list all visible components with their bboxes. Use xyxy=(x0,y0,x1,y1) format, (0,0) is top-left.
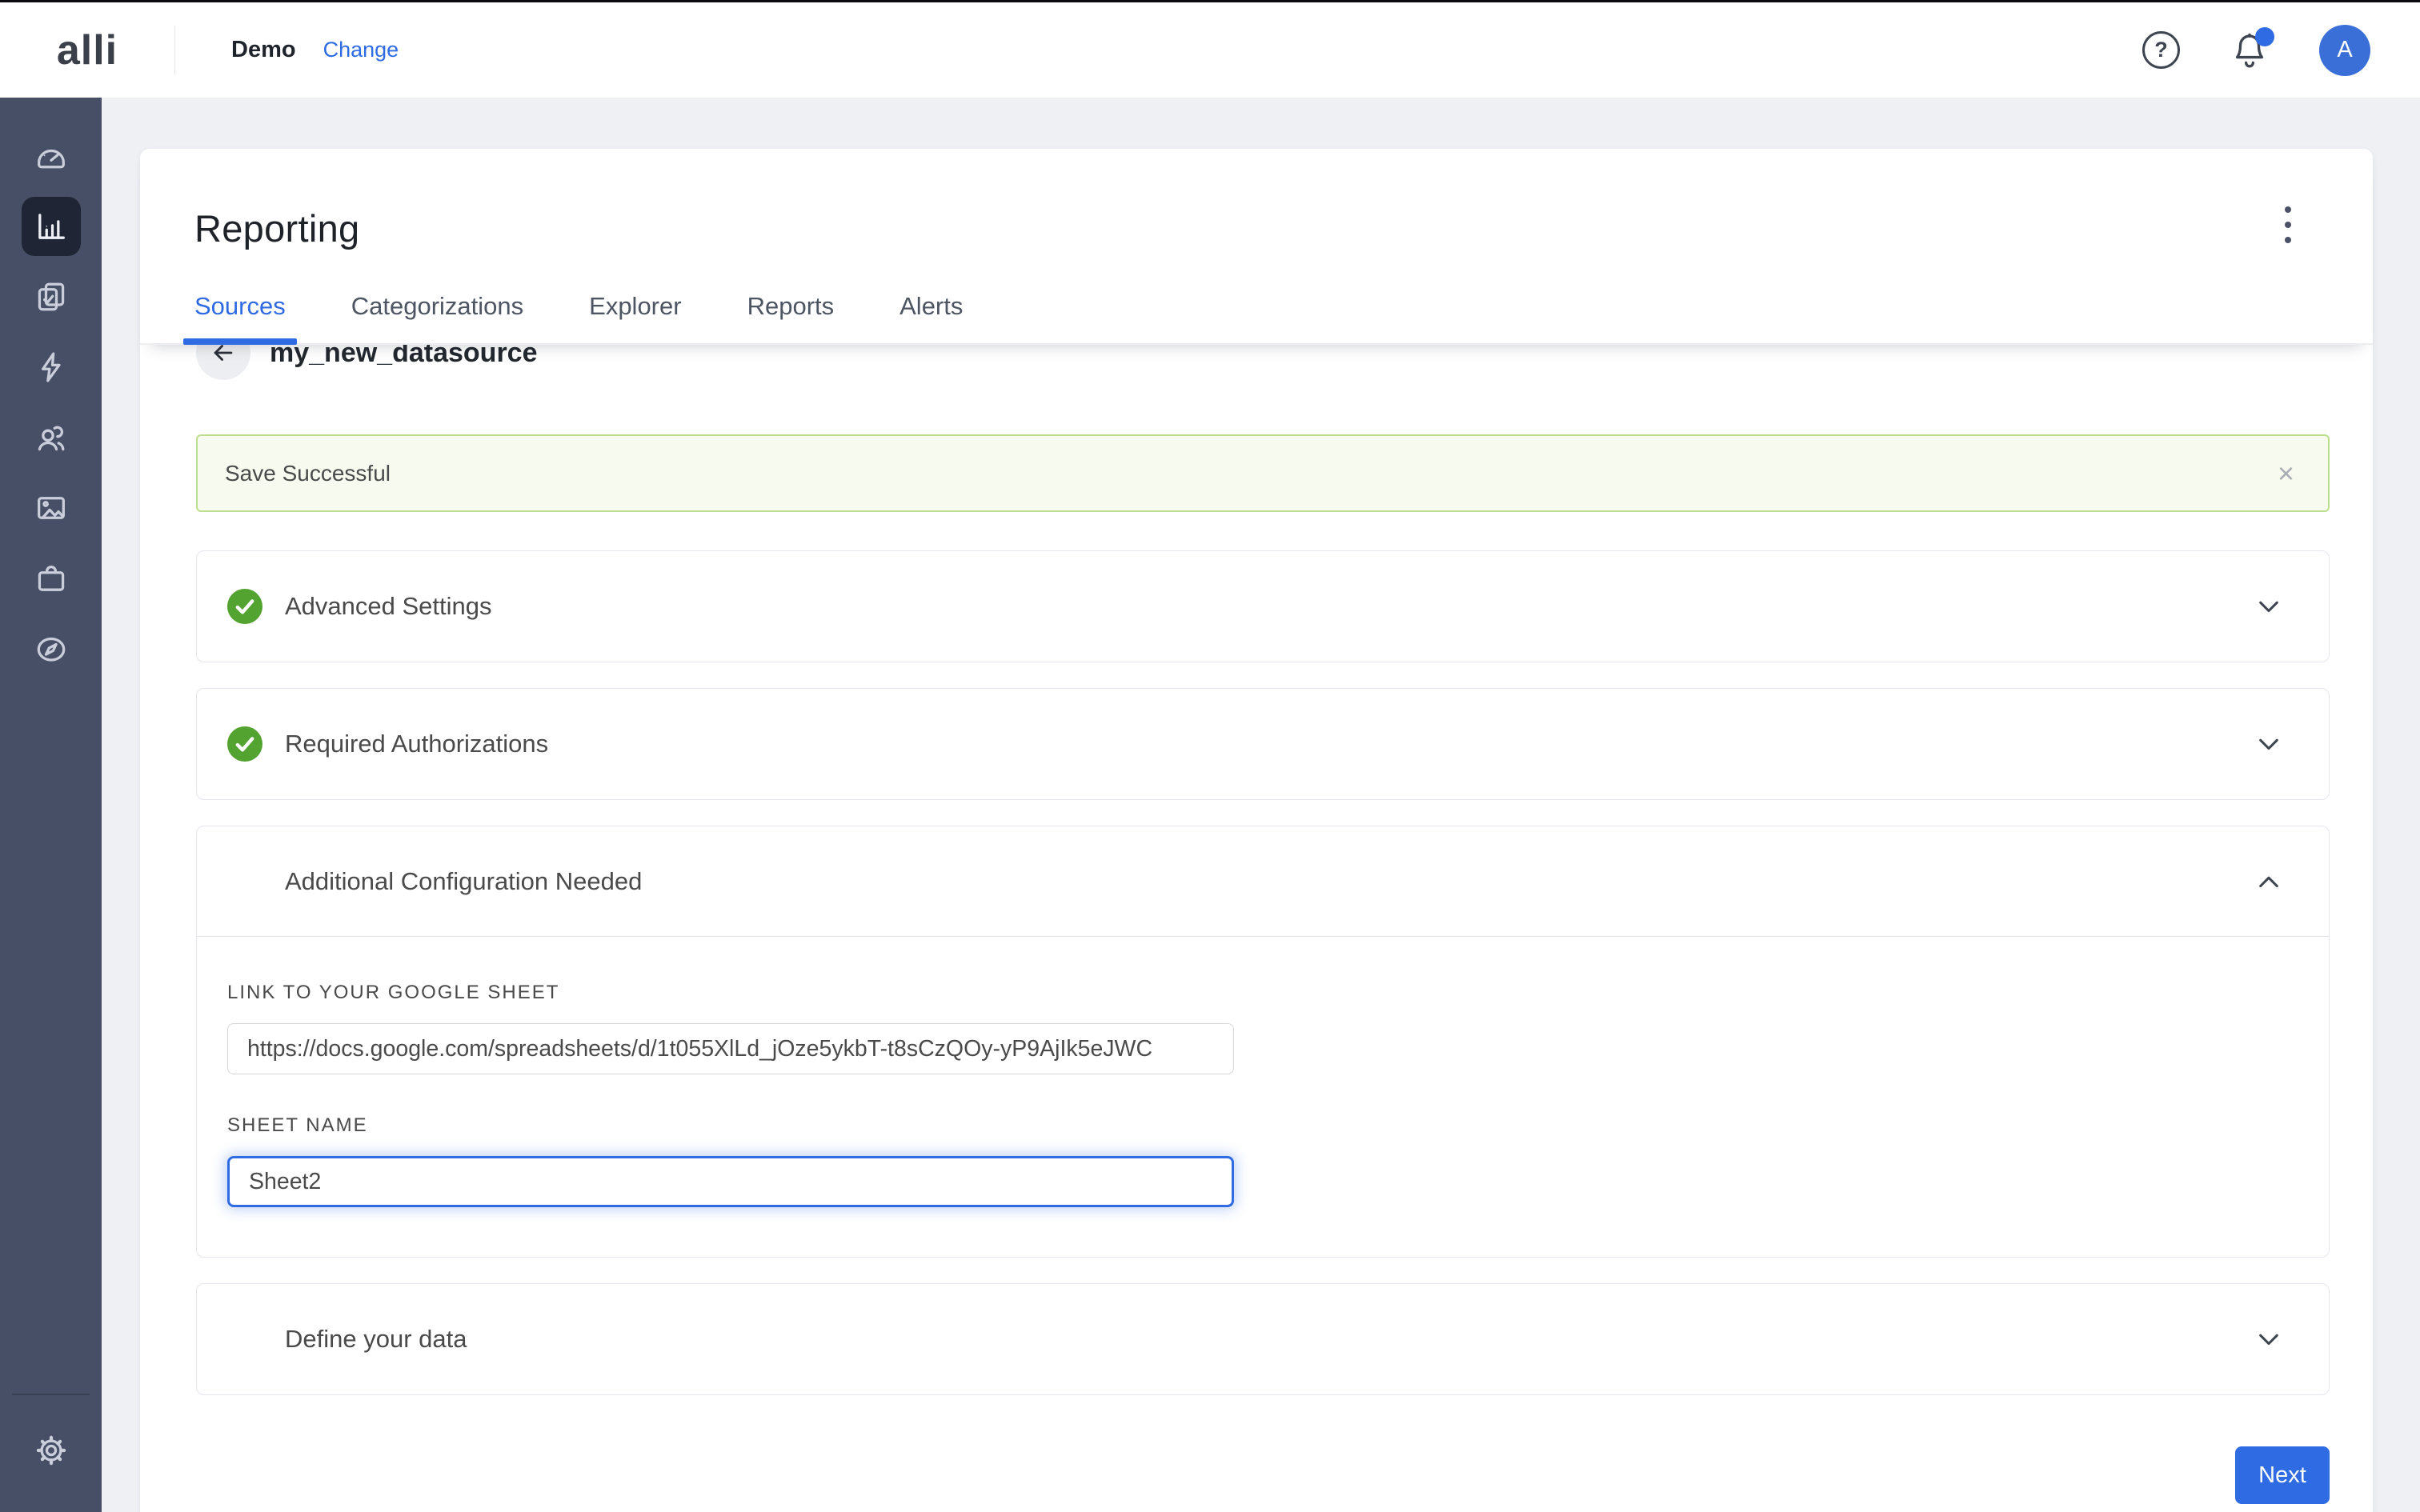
footer-actions: Next xyxy=(196,1446,2330,1512)
google-sheet-link-input[interactable] xyxy=(227,1023,1234,1074)
tab-explorer[interactable]: Explorer xyxy=(589,292,681,343)
sidebar-item-planning[interactable] xyxy=(22,619,81,678)
lightning-icon xyxy=(33,349,70,386)
field-label: SHEET NAME xyxy=(227,1114,2297,1137)
topbar-actions: ? A xyxy=(2142,25,2420,76)
chevron-down-icon xyxy=(2254,591,2284,622)
accordion-additional-configuration: Additional Configuration Needed LINK TO … xyxy=(196,826,2330,1258)
check-circle-icon xyxy=(227,589,262,624)
card-header: Reporting Sources Categorizations Explor… xyxy=(140,149,2373,345)
accordion-header[interactable]: Additional Configuration Needed xyxy=(197,826,2329,937)
client-name: Demo xyxy=(231,37,296,63)
alli-logo[interactable]: alli xyxy=(57,26,118,74)
accordion-title: Required Authorizations xyxy=(285,730,548,758)
sidebar-item-settings[interactable] xyxy=(22,1421,81,1480)
check-circle-icon xyxy=(227,726,262,762)
tabs-row: Sources Categorizations Explorer Reports… xyxy=(140,292,2373,345)
help-icon[interactable]: ? xyxy=(2142,31,2180,69)
field-sheet-name: SHEET NAME xyxy=(227,1114,2297,1207)
sidebar-item-reporting[interactable] xyxy=(22,197,81,256)
alert-message: Save Successful xyxy=(225,461,391,486)
main-content: Reporting Sources Categorizations Explor… xyxy=(102,98,2420,1512)
chevron-down-icon xyxy=(2254,729,2284,759)
sidebar-item-audiences[interactable] xyxy=(22,408,81,467)
sidebar-item-commerce[interactable] xyxy=(22,549,81,608)
compass-icon xyxy=(33,630,70,667)
tab-reports[interactable]: Reports xyxy=(747,292,835,343)
accordion-title: Define your data xyxy=(285,1325,467,1354)
accordion-required-authorizations: Required Authorizations xyxy=(196,688,2330,800)
dashboard-gauge-icon xyxy=(33,138,70,174)
next-button[interactable]: Next xyxy=(2235,1446,2330,1504)
sidebar-item-dashboard[interactable] xyxy=(22,126,81,186)
sheet-name-input[interactable] xyxy=(227,1156,1234,1207)
notification-badge xyxy=(2255,27,2274,46)
accordion-header[interactable]: Define your data xyxy=(197,1284,2329,1394)
accordion-define-your-data: Define your data xyxy=(196,1283,2330,1395)
image-icon xyxy=(33,490,70,526)
configuration-form: LINK TO YOUR GOOGLE SHEET SHEET NAME xyxy=(197,937,2329,1257)
tab-alerts[interactable]: Alerts xyxy=(899,292,963,343)
top-bar: alli Demo Change ? A xyxy=(0,2,2420,98)
field-google-sheet-link: LINK TO YOUR GOOGLE SHEET xyxy=(227,982,2297,1074)
chevron-down-icon xyxy=(2254,1324,2284,1354)
accordion-title: Additional Configuration Needed xyxy=(285,867,642,896)
settings-gear-icon xyxy=(33,1432,70,1469)
clipboard-check-icon xyxy=(33,278,70,315)
avatar[interactable]: A xyxy=(2319,25,2370,76)
sidebar-item-activations[interactable] xyxy=(22,338,81,397)
sidebar-divider xyxy=(12,1394,90,1395)
accordion-advanced-settings: Advanced Settings xyxy=(196,550,2330,662)
card-content: my_new_datasource Save Successful × A xyxy=(140,325,2373,1512)
field-label: LINK TO YOUR GOOGLE SHEET xyxy=(227,982,2297,1004)
topbar-divider xyxy=(174,26,175,75)
accordion-header[interactable]: Required Authorizations xyxy=(197,689,2329,799)
success-alert: Save Successful × xyxy=(196,434,2330,512)
accordion-header[interactable]: Advanced Settings xyxy=(197,551,2329,662)
tab-categorizations[interactable]: Categorizations xyxy=(351,292,523,343)
notifications-button[interactable] xyxy=(2230,30,2270,70)
reporting-card: Reporting Sources Categorizations Explor… xyxy=(140,149,2373,1512)
chevron-up-icon xyxy=(2254,866,2284,897)
client-switcher: Demo Change xyxy=(231,37,399,63)
logo-container[interactable]: alli xyxy=(0,26,174,74)
sidebar-item-creative[interactable] xyxy=(22,478,81,538)
tab-sources[interactable]: Sources xyxy=(194,292,286,343)
bag-icon xyxy=(33,560,70,597)
sidebar-nav xyxy=(0,98,102,1512)
close-icon[interactable]: × xyxy=(2271,456,2301,491)
page-title: Reporting xyxy=(194,206,2325,250)
kebab-menu-button[interactable] xyxy=(2280,202,2296,248)
people-icon xyxy=(33,419,70,456)
sidebar-footer xyxy=(0,1394,102,1512)
change-client-link[interactable]: Change xyxy=(323,38,399,62)
accordion-title: Advanced Settings xyxy=(285,592,492,621)
sidebar-item-tasks[interactable] xyxy=(22,267,81,326)
bar-chart-icon xyxy=(33,208,70,245)
